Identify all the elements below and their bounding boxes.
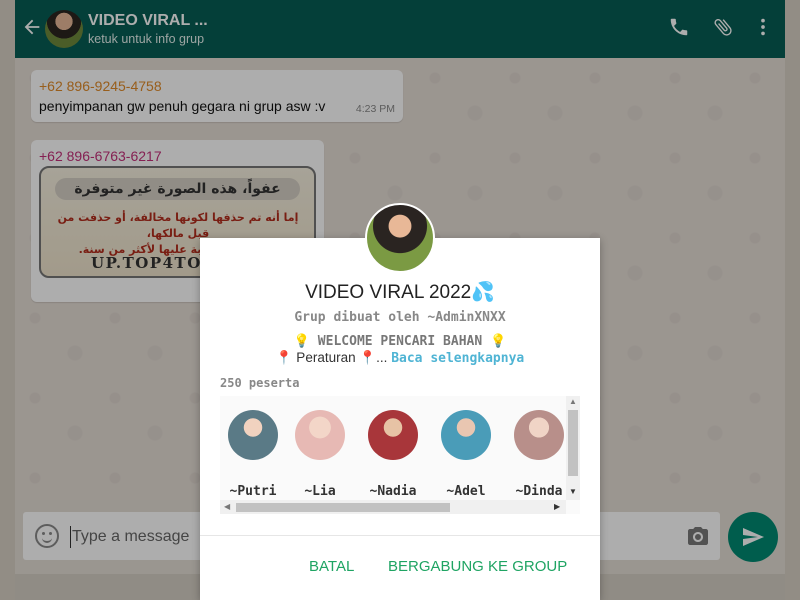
dialog-divider (200, 535, 600, 536)
member-item[interactable]: ~Putri (220, 410, 286, 510)
member-name: ~Lia (304, 484, 336, 499)
member-name: ~Nadia (369, 484, 417, 499)
vertical-scrollbar[interactable]: ▲ ▼ (566, 396, 580, 500)
scroll-right-icon[interactable]: ▶ (554, 502, 560, 512)
member-avatar[interactable] (514, 410, 564, 460)
dialog-creator: Grup dibuat oleh ~AdminXNXX (294, 310, 506, 325)
participant-count: 250 peserta (220, 376, 300, 390)
scroll-down-icon[interactable]: ▼ (569, 488, 577, 496)
horizontal-scrollbar[interactable]: ◀ ▶ (220, 500, 566, 514)
member-avatar[interactable] (368, 410, 418, 460)
rules-text: 📍 Peraturan 📍... (275, 350, 388, 365)
cancel-button[interactable]: BATAL (309, 558, 354, 575)
dialog-group-avatar (365, 203, 435, 273)
scroll-thumb[interactable] (236, 503, 450, 512)
scroll-up-icon[interactable]: ▲ (569, 398, 577, 406)
member-item[interactable]: ~Nadia (360, 410, 426, 510)
group-invite-dialog: VIDEO VIRAL 2022💦 Grup dibuat oleh ~Admi… (200, 238, 600, 600)
scroll-thumb[interactable] (568, 410, 578, 476)
member-avatar[interactable] (441, 410, 491, 460)
member-name: ~Putri (229, 484, 277, 499)
read-more-link[interactable]: Baca selengkapnya (391, 351, 524, 366)
member-item[interactable]: ~Dinda (506, 410, 572, 510)
member-avatar[interactable] (295, 410, 345, 460)
member-list[interactable]: ~Putri ~Lia ~Nadia ~Adel ~Dinda ▲ ▼ ◀ ▶ (220, 396, 580, 514)
member-name: ~Adel (446, 484, 486, 499)
member-avatar[interactable] (228, 410, 278, 460)
scroll-left-icon[interactable]: ◀ (224, 502, 230, 512)
join-group-button[interactable]: BERGABUNG KE GROUP (388, 558, 567, 575)
member-item[interactable]: ~Adel (433, 410, 499, 510)
dialog-group-name: VIDEO VIRAL 2022💦 (305, 282, 495, 303)
dialog-description-rules: 📍 Peraturan 📍... Baca selengkapnya (200, 350, 600, 366)
dialog-description: 💡 WELCOME PENCARI BAHAN 💡 (293, 334, 507, 349)
member-name: ~Dinda (515, 484, 563, 499)
member-item[interactable]: ~Lia (287, 410, 353, 510)
